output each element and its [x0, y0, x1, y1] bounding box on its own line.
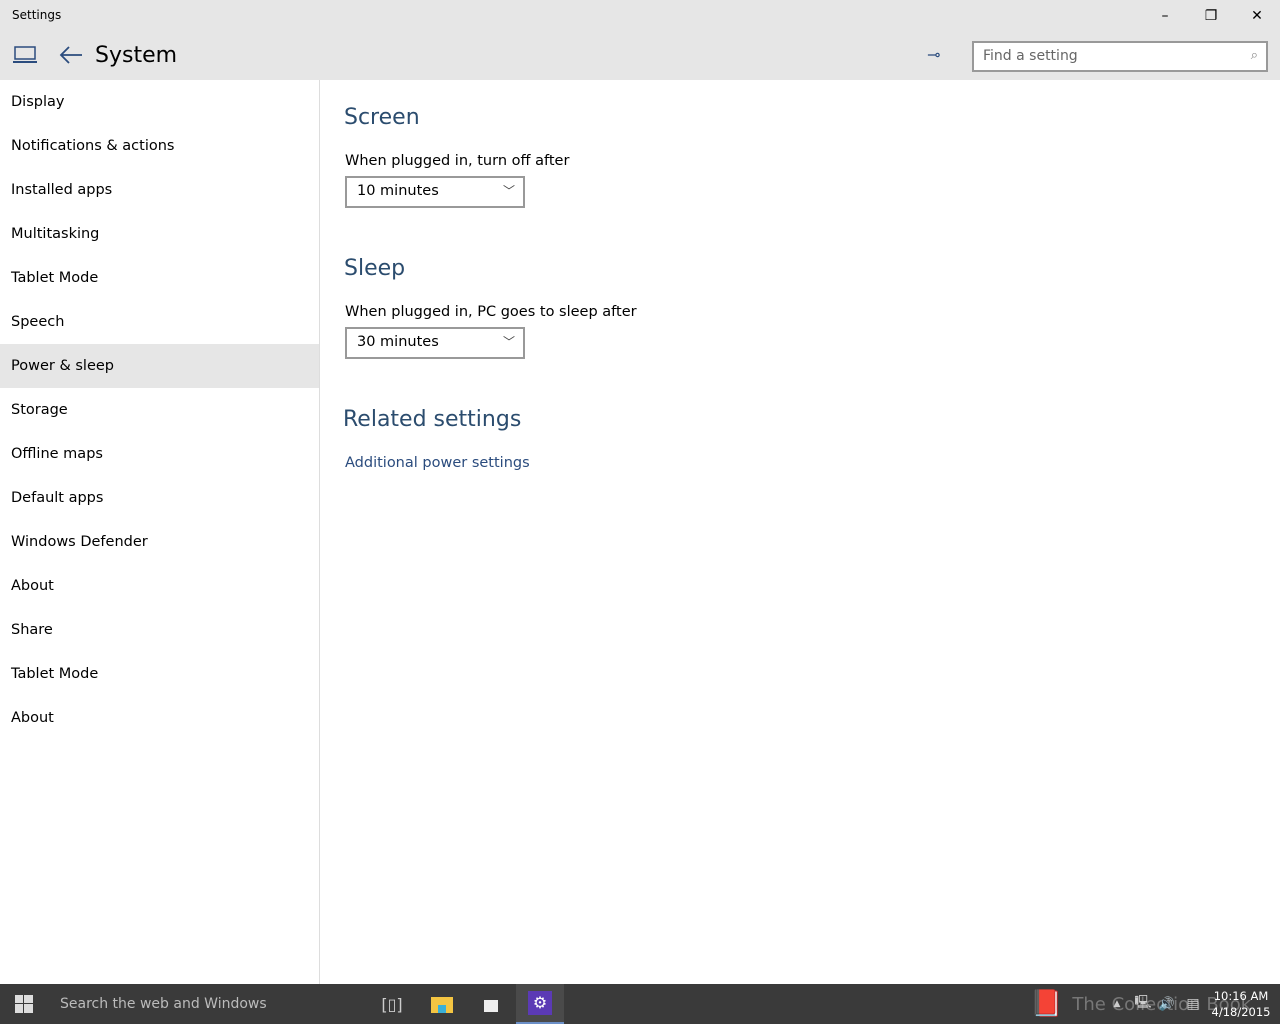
clock[interactable]: 10:16 AM 4/18/2015 [1210, 984, 1272, 1024]
sidebar-item-about[interactable]: About [0, 696, 319, 740]
sidebar-item-windows-defender[interactable]: Windows Defender [0, 520, 319, 564]
taskbar: Search the web and Windows [▯] ⚙ 📕 The Co… [0, 984, 1280, 1024]
taskbar-search[interactable]: Search the web and Windows [48, 984, 358, 1024]
chevron-down-icon: ﹀ [502, 184, 515, 198]
screen-heading: Screen [344, 105, 420, 130]
screen-timeout-dropdown[interactable]: 10 minutes ﹀ [345, 176, 525, 208]
additional-power-settings-link[interactable]: Additional power settings [345, 455, 530, 471]
start-button[interactable] [0, 984, 48, 1024]
chevron-down-icon: ﹀ [502, 335, 515, 349]
sidebar-item-speech[interactable]: Speech [0, 300, 319, 344]
volume-icon[interactable]: 🔊 [1156, 984, 1178, 1024]
task-view-icon[interactable]: [▯] [368, 984, 416, 1024]
sidebar-item-default-apps[interactable]: Default apps [0, 476, 319, 520]
search-icon: ⌕ [1250, 48, 1258, 63]
sidebar-item-installed-apps[interactable]: Installed apps [0, 168, 319, 212]
action-center-icon[interactable]: ▤ [1182, 984, 1204, 1024]
app-title: Settings [12, 8, 62, 22]
sidebar-item-multitasking[interactable]: Multitasking [0, 212, 319, 256]
clock-time: 10:16 AM [1213, 989, 1269, 1003]
sleep-timeout-dropdown[interactable]: 30 minutes ﹀ [345, 327, 525, 359]
sidebar-item-offline-maps[interactable]: Offline maps [0, 432, 319, 476]
clock-date: 4/18/2015 [1211, 1005, 1271, 1019]
settings-app-icon[interactable]: ⚙ [516, 984, 564, 1024]
sidebar-item-tablet-mode[interactable]: Tablet Mode [0, 652, 319, 696]
restore-button[interactable]: ❐ [1188, 0, 1234, 32]
sidebar-item-notifications-actions[interactable]: Notifications & actions [0, 124, 319, 168]
book-icon: 📕 [1030, 989, 1063, 1019]
sidebar-item-share[interactable]: Share [0, 608, 319, 652]
related-settings-heading: Related settings [343, 407, 522, 432]
sleep-label: When plugged in, PC goes to sleep after [345, 304, 637, 320]
title-bar: Settings – ❐ ✕ System ⊸ Find a setting ⌕ [0, 0, 1280, 80]
sidebar-item-display[interactable]: Display [0, 80, 319, 124]
screen-label: When plugged in, turn off after [345, 153, 570, 169]
sidebar-item-tablet-mode[interactable]: Tablet Mode [0, 256, 319, 300]
sleep-heading: Sleep [344, 256, 406, 281]
laptop-icon [12, 44, 38, 70]
windows-icon [15, 995, 33, 1013]
sidebar-item-about[interactable]: About [0, 564, 319, 608]
screen-timeout-value: 10 minutes [357, 183, 439, 199]
sleep-timeout-value: 30 minutes [357, 334, 439, 350]
sidebar-item-power-sleep[interactable]: Power & sleep [0, 344, 319, 388]
minimize-button[interactable]: – [1142, 0, 1188, 32]
file-explorer-icon[interactable] [418, 984, 466, 1024]
close-button[interactable]: ✕ [1234, 0, 1280, 32]
back-button[interactable] [58, 44, 84, 70]
store-icon[interactable] [467, 984, 515, 1024]
sidebar-item-storage[interactable]: Storage [0, 388, 319, 432]
search-placeholder: Find a setting [983, 48, 1078, 64]
show-hidden-icons[interactable]: ▲ [1110, 984, 1124, 1024]
page-title: System [95, 43, 178, 68]
sidebar: Display Notifications & actions Installed … [0, 80, 320, 984]
arrow-left-icon [59, 46, 82, 64]
pin-icon[interactable]: ⊸ [927, 45, 940, 64]
network-icon[interactable]: 🖳 [1132, 984, 1154, 1024]
search-input[interactable]: Find a setting ⌕ [972, 41, 1268, 72]
